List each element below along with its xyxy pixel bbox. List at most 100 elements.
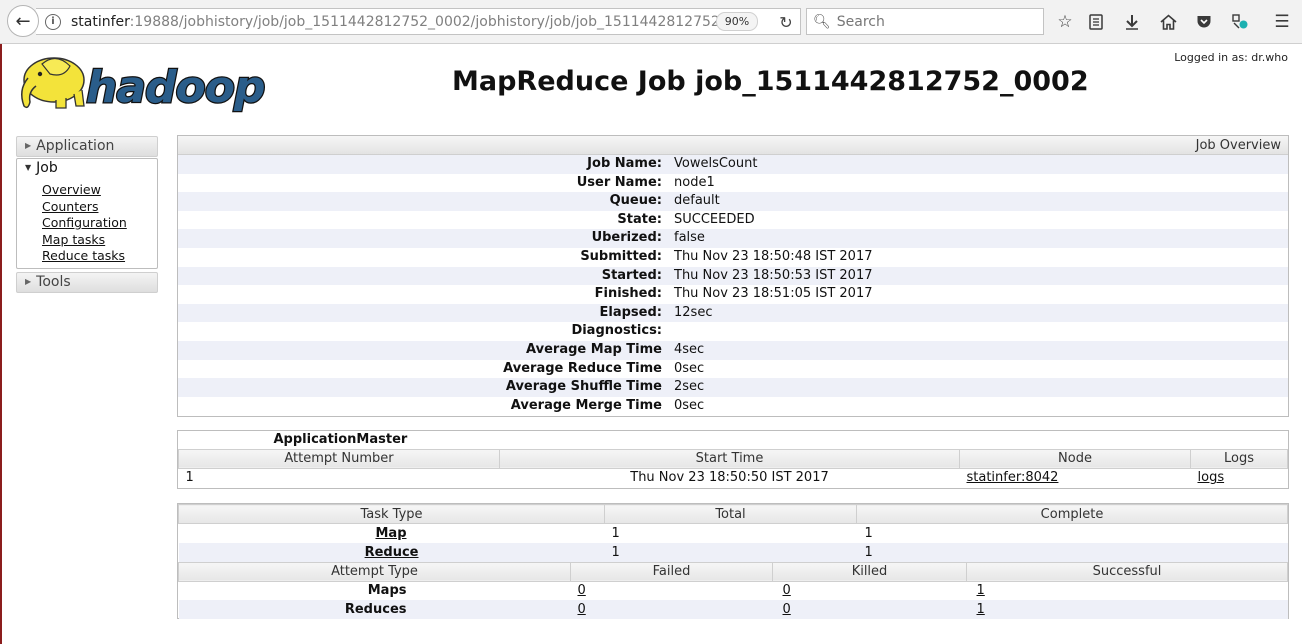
reduces-killed-link[interactable]: 0	[783, 602, 791, 617]
back-button[interactable]: ←	[7, 5, 39, 37]
maps-killed-link[interactable]: 0	[783, 583, 791, 598]
col-failed[interactable]: Failed	[570, 561, 773, 582]
window-edge	[0, 44, 2, 644]
nav-link-reduce-tasks[interactable]: Reduce tasks	[42, 248, 125, 263]
menu-icon[interactable]: ☰	[1270, 10, 1294, 34]
nav-tools-label: Tools	[36, 274, 71, 290]
table-row: 1 Thu Nov 23 18:50:50 IST 2017 statinfer…	[179, 468, 1288, 487]
url-host: statinfer	[71, 13, 130, 30]
row-label: Average Map Time	[526, 341, 662, 357]
reduces-label: Reduces	[344, 602, 407, 617]
url-text[interactable]: statinfer:19888/jobhistory/job/job_15114…	[71, 14, 721, 30]
nav-application[interactable]: ▶ Application	[16, 136, 158, 157]
overview-row: Queue: default	[178, 192, 1288, 211]
pocket-icon[interactable]	[1192, 10, 1216, 34]
zoom-level[interactable]: 90%	[716, 12, 758, 31]
table-row: Reduce 1 1	[178, 542, 1288, 562]
col-task-type[interactable]: Task Type	[178, 504, 605, 524]
col-killed[interactable]: Killed	[772, 561, 967, 582]
download-icon[interactable]	[1120, 10, 1144, 34]
info-icon[interactable]: i	[45, 13, 61, 30]
application-master-panel: ApplicationMaster Attempt Number Start T…	[177, 430, 1289, 489]
nav-link-map-tasks[interactable]: Map tasks	[42, 232, 105, 247]
logo-wordmark: hadoop	[86, 62, 264, 113]
overview-row: User Name: node1	[178, 174, 1288, 193]
nav-job-section: ▼ Job Overview Counters Configuration Map…	[16, 158, 158, 269]
search-input[interactable]	[834, 12, 1035, 31]
col-start-time[interactable]: Start Time	[499, 448, 960, 469]
task-summary-table: Task Type Total Complete Map 1 1 Reduce …	[178, 504, 1288, 562]
logged-in-status: Logged in as: dr.who	[1174, 51, 1288, 64]
table-row: Maps 0 0 1	[179, 581, 1288, 600]
hadoop-logo[interactable]: hadoop	[16, 50, 284, 114]
row-value: node1	[674, 174, 715, 190]
job-overview-heading: Job Overview	[178, 136, 1288, 155]
bookmark-star-icon[interactable]: ☆	[1053, 10, 1077, 34]
home-icon[interactable]	[1156, 10, 1180, 34]
tasks-panel: Task Type Total Complete Map 1 1 Reduce …	[177, 503, 1289, 619]
row-label: Submitted:	[580, 248, 662, 264]
row-label: Queue:	[609, 193, 662, 209]
col-node[interactable]: Node	[959, 448, 1191, 469]
row-label: User Name:	[576, 174, 662, 190]
col-total[interactable]: Total	[604, 504, 857, 524]
maps-successful-link[interactable]: 1	[977, 583, 985, 598]
nav-tools[interactable]: ▶ Tools	[16, 272, 158, 293]
table-row: Reduces 0 0 1	[178, 600, 1288, 619]
col-attempt-number[interactable]: Attempt Number	[178, 448, 500, 469]
row-value: Thu Nov 23 18:50:48 IST 2017	[674, 248, 873, 264]
col-complete[interactable]: Complete	[856, 504, 1288, 524]
chevron-right-icon: ▶	[25, 277, 32, 286]
nav-job[interactable]: ▼ Job	[17, 159, 157, 179]
row-value: default	[674, 193, 720, 209]
attempt-summary-table: Attempt Type Failed Killed Successful Ma…	[178, 561, 1288, 619]
overview-row: Average Map Time 4sec	[178, 340, 1288, 360]
row-label: Started:	[601, 267, 662, 283]
reduces-successful-link[interactable]: 1	[977, 602, 985, 617]
overview-row: Submitted: Thu Nov 23 18:50:48 IST 2017	[178, 248, 1288, 267]
application-master-table: ApplicationMaster Attempt Number Start T…	[178, 431, 1288, 487]
overview-row: Average Reduce Time 0sec	[178, 360, 1288, 379]
row-label: State:	[617, 211, 662, 227]
map-task-link[interactable]: Map	[375, 526, 406, 541]
page-title: MapReduce Job job_1511442812752_0002	[452, 66, 1089, 97]
col-successful[interactable]: Successful	[966, 561, 1288, 582]
maps-failed-link[interactable]: 0	[578, 583, 586, 598]
browser-toolbar: i statinfer:19888/jobhistory/job/job_151…	[0, 0, 1302, 44]
job-links: Overview Counters Configuration Map task…	[42, 182, 157, 265]
reduces-failed-link[interactable]: 0	[578, 602, 586, 617]
url-bar[interactable]: i statinfer:19888/jobhistory/job/job_151…	[36, 8, 801, 35]
row-label: Job Name:	[587, 156, 662, 171]
row-label: Average Reduce Time	[503, 360, 662, 376]
job-overview-rows: Job Name: VowelsCount User Name: node1 Que…	[178, 155, 1288, 415]
col-attempt-type[interactable]: Attempt Type	[178, 561, 571, 582]
row-label: Elapsed:	[599, 304, 662, 320]
row-label: Uberized:	[591, 230, 662, 246]
row-label: Diagnostics:	[571, 323, 662, 339]
node-link[interactable]: statinfer:8042	[967, 470, 1059, 485]
job-overview-panel: Job Overview Job Name: VowelsCount User N…	[177, 135, 1289, 417]
nav-link-configuration[interactable]: Configuration	[42, 215, 127, 230]
overview-row: State: SUCCEEDED	[178, 211, 1288, 230]
reading-list-icon[interactable]	[1084, 10, 1108, 34]
row-value: 2sec	[674, 379, 705, 395]
logs-link[interactable]: logs	[1198, 470, 1225, 485]
reduce-task-link[interactable]: Reduce	[365, 545, 419, 560]
nav-job-label: Job	[36, 160, 58, 176]
row-value: VowelsCount	[674, 156, 758, 171]
reload-icon[interactable]: ↻	[774, 10, 798, 34]
row-value: Thu Nov 23 18:51:05 IST 2017	[674, 286, 873, 302]
row-label: Average Shuffle Time	[505, 379, 662, 395]
col-logs[interactable]: Logs	[1190, 448, 1288, 469]
map-complete: 1	[864, 525, 873, 541]
reduce-total: 1	[611, 544, 620, 560]
nav-link-overview[interactable]: Overview	[42, 182, 101, 197]
attempt-number: 1	[185, 470, 194, 486]
overview-row: Job Name: VowelsCount	[178, 155, 1288, 174]
application-master-caption: ApplicationMaster	[273, 432, 408, 448]
search-box[interactable]: 🔍︎	[806, 8, 1044, 35]
attempt-start-time: Thu Nov 23 18:50:50 IST 2017	[630, 470, 829, 486]
overview-row: Elapsed: 12sec	[178, 303, 1288, 323]
extension-icon[interactable]	[1228, 10, 1252, 34]
nav-link-counters[interactable]: Counters	[42, 199, 98, 214]
